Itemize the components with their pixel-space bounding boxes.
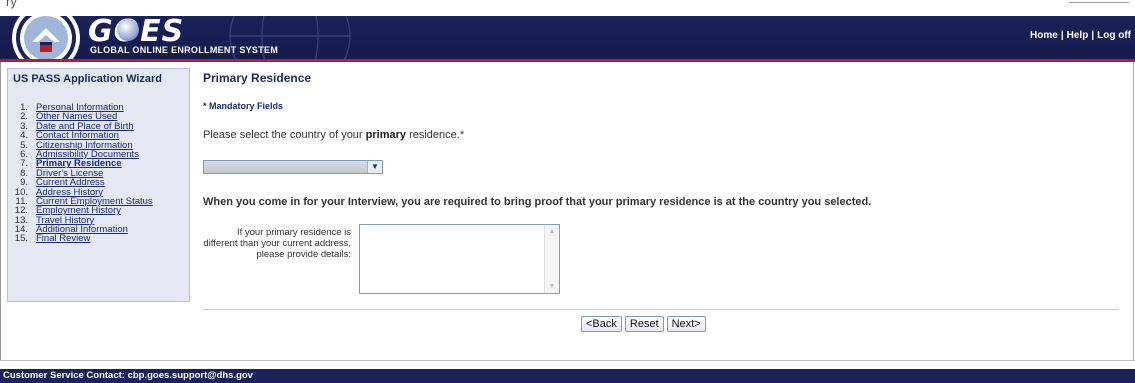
page-title: Primary Residence: [203, 71, 312, 85]
wizard-steps-list: 1. Personal Information 2. Other Names Used…: [8, 103, 189, 244]
logo-globe-icon: [117, 19, 139, 41]
scroll-up-icon[interactable]: ▲: [547, 227, 557, 236]
header-links: Home | Help | Log off: [1030, 30, 1131, 41]
support-contact: Customer Service Contact: cbp.goes.suppo…: [3, 370, 253, 381]
reset-button[interactable]: Reset: [624, 316, 664, 332]
wizard-buttons: <Back Reset Next>: [581, 316, 709, 332]
scroll-down-icon[interactable]: ▼: [547, 282, 557, 291]
logo-subtitle: GLOBAL ONLINE ENROLLMENT SYSTEM: [90, 45, 279, 55]
help-link[interactable]: Help: [1067, 30, 1089, 41]
back-button[interactable]: <Back: [581, 316, 622, 332]
window-control-fragment: [1069, 0, 1129, 3]
frame-left-edge: [0, 62, 1, 361]
prompt-emphasis: primary: [365, 129, 407, 141]
details-textarea[interactable]: ▲ ▼: [359, 224, 560, 294]
mandatory-fields-note: * Mandatory Fields: [203, 101, 284, 111]
country-prompt: Please select the country of your primar…: [203, 129, 464, 141]
content-divider: [203, 309, 1119, 310]
prompt-text-end: residence.: [406, 129, 460, 141]
top-strip: ry: [0, 0, 1135, 16]
details-label: If your primary residence is different t…: [203, 227, 351, 260]
globe-watermark: [229, 16, 351, 59]
proof-notice: When you come in for your Interview, you…: [203, 196, 872, 208]
clipped-text-fragment: ry: [6, 0, 17, 9]
logoff-link[interactable]: Log off: [1097, 30, 1131, 41]
prompt-text: Please select the country of your: [203, 129, 366, 141]
site-header: GOES GLOBAL ONLINE ENROLLMENT SYSTEM Hom…: [0, 16, 1135, 62]
wizard-step: 15. Final Review: [8, 233, 189, 245]
textarea-scrollbar[interactable]: ▲ ▼: [544, 225, 559, 293]
wizard-sidebar: US PASS Application Wizard 1. Personal In…: [7, 68, 190, 302]
link-separator: |: [1060, 30, 1064, 41]
link-separator: |: [1091, 30, 1095, 41]
frame-bottom-edge: [0, 360, 1135, 361]
required-asterisk: *: [459, 129, 465, 141]
home-link[interactable]: Home: [1030, 30, 1058, 41]
country-select[interactable]: ▼: [203, 160, 383, 174]
wizard-step-link[interactable]: Final Review: [36, 233, 90, 244]
sidebar-title: US PASS Application Wizard: [13, 73, 163, 85]
wizard-step-number: 15.: [14, 233, 28, 245]
dhs-seal-icon: [12, 16, 80, 59]
site-footer: Customer Service Contact: cbp.goes.suppo…: [0, 369, 1135, 383]
frame-right-edge: [1133, 62, 1134, 361]
next-button[interactable]: Next>: [666, 316, 706, 332]
chevron-down-icon[interactable]: ▼: [367, 161, 382, 173]
